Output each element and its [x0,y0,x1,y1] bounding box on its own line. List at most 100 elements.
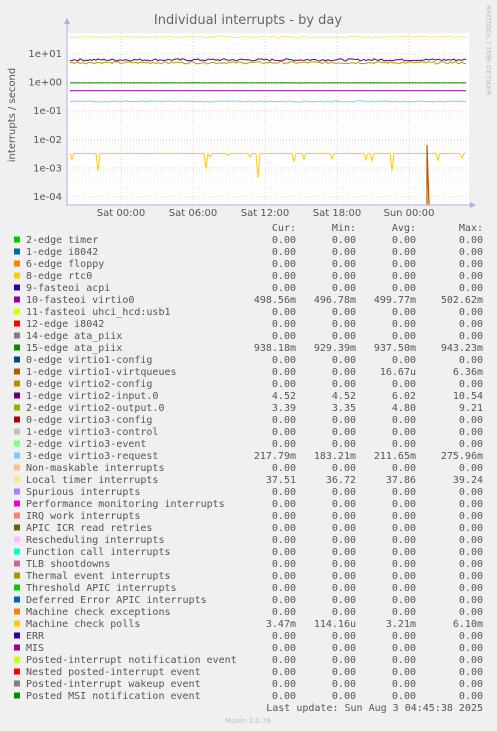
legend-value-max: 9.21 [459,403,483,414]
legend-value-min: 36.72 [326,475,356,486]
legend-value-cur: 0.00 [272,499,296,510]
legend-series-name: Local timer interrupts [26,475,158,486]
x-axis-arrow [470,202,476,208]
legend-series-name: 8-edge rtc0 [26,271,92,282]
legend-swatch [14,236,20,243]
legend-swatch [14,356,20,363]
legend-value-max: 0.00 [459,667,483,678]
legend-swatch [14,260,20,267]
legend-value-min: 0.00 [332,571,356,582]
legend-value-min: 183.21m [314,451,356,462]
legend-value-avg: 0.00 [392,331,416,342]
legend-value-min: 0.00 [332,355,356,366]
legend-value-max: 0.00 [459,307,483,318]
legend-series-name: 9-fasteoi acpi [26,283,110,294]
legend-value-avg: 4.80 [392,403,416,414]
legend-value-max: 0.00 [459,379,483,390]
legend-series-name: Spurious interrupts [26,487,140,498]
legend-value-cur: 0.00 [272,595,296,606]
y-tick-label: 1e+00 [28,78,62,89]
legend-value-avg: 37.86 [386,475,416,486]
legend-swatch [14,620,20,627]
legend-value-max: 502.62m [441,295,483,306]
legend-value-avg: 0.00 [392,523,416,534]
legend-value-max: 0.00 [459,499,483,510]
legend-value-max: 0.00 [459,559,483,570]
legend-value-cur: 0.00 [272,379,296,390]
x-tick-label: Sun 00:00 [383,208,434,219]
legend-series-name: 12-edge i8042 [26,319,104,330]
legend-value-max: 0.00 [459,415,483,426]
legend-value-max: 10.54 [453,391,483,402]
legend-value-min: 0.00 [332,319,356,330]
legend-value-avg: 0.00 [392,571,416,582]
legend-value-max: 943.23m [441,343,483,354]
legend-value-cur: 0.00 [272,331,296,342]
x-tick-label: Sat 18:00 [313,208,361,219]
legend-value-min: 0.00 [332,235,356,246]
legend-series-name: 2-edge virtio2-output.0 [26,403,164,414]
legend-value-min: 0.00 [332,523,356,534]
legend-series-name: 14-edge ata_piix [26,331,122,342]
legend-series-name: Posted-interrupt notification event [26,655,237,666]
legend-swatch [14,272,20,279]
legend-value-min: 114.16u [314,619,356,630]
legend-value-min: 4.52 [332,391,356,402]
legend-swatch [14,524,20,531]
legend-value-avg: 0.00 [392,559,416,570]
legend-series-name: 0-edge virtio3-config [26,415,152,426]
y-tick-label: 1e-01 [33,106,62,117]
legend-value-cur: 0.00 [272,367,296,378]
legend-value-min: 0.00 [332,559,356,570]
legend-series-name: IRQ work interrupts [26,511,140,522]
legend-swatch [14,500,20,507]
legend-swatch [14,680,20,687]
legend-value-avg: 0.00 [392,487,416,498]
y-axis-label: interrupts / second [7,68,18,162]
legend-swatch [14,344,20,351]
legend-series-name: 1-edge i8042 [26,247,98,258]
legend-swatch [14,284,20,291]
legend-value-min: 0.00 [332,535,356,546]
legend-series-name: MIS [26,643,44,654]
legend-value-cur: 0.00 [272,235,296,246]
legend-value-min: 0.00 [332,631,356,642]
legend-swatch [14,548,20,555]
legend-series-name: ERR [26,631,45,642]
legend-series-name: 1-edge virtio1-virtqueues [26,367,177,378]
legend-value-max: 0.00 [459,271,483,282]
legend-swatch [14,476,20,483]
legend-series-name: 15-edge ata_piix [26,343,122,354]
legend-value-cur: 0.00 [272,439,296,450]
legend-series-name: 6-edge floppy [26,259,104,270]
legend-value-max: 0.00 [459,319,483,330]
legend-value-min: 0.00 [332,259,356,270]
legend-value-max: 0.00 [459,571,483,582]
legend-value-min: 0.00 [332,691,356,702]
legend-value-cur: 0.00 [272,655,296,666]
legend-swatch [14,692,20,699]
legend-value-cur: 0.00 [272,607,296,618]
legend-swatch [14,668,20,675]
legend-value-min: 0.00 [332,583,356,594]
legend-value-max: 0.00 [459,463,483,474]
legend-swatch [14,452,20,459]
legend-swatch [14,332,20,339]
legend-value-avg: 0.00 [392,463,416,474]
legend-swatch [14,296,20,303]
legend-value-cur: 0.00 [272,259,296,270]
legend-value-min: 929.39m [314,343,356,354]
legend-value-min: 3.35 [332,403,356,414]
legend-column-header: Max: [459,223,483,234]
legend-series-name: 2-edge virtio3-event [26,439,146,450]
legend-value-avg: 0.00 [392,655,416,666]
legend-series-name: Function call interrupts [26,547,171,558]
legend-value-cur: 0.00 [272,643,296,654]
legend-value-avg: 3.21m [386,619,416,630]
legend-swatch [14,656,20,663]
legend-swatch [14,488,20,495]
legend-value-cur: 0.00 [272,283,296,294]
legend-value-cur: 0.00 [272,571,296,582]
legend-value-min: 0.00 [332,667,356,678]
legend-swatch [14,440,20,447]
